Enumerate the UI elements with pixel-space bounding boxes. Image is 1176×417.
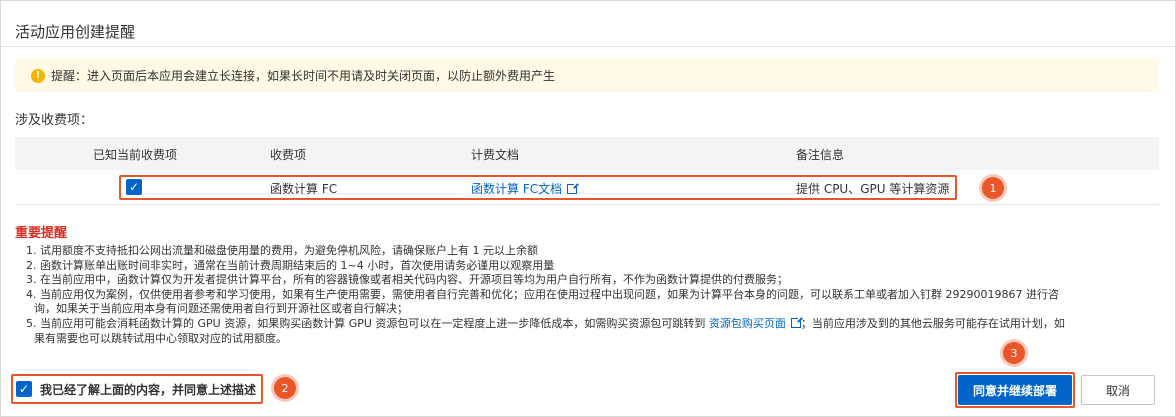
note-text: ；当前应用涉及到的其他云服务可能存在试用计划，如 [800,316,1065,330]
step-marker-3: 3 [1003,342,1025,364]
cancel-button[interactable]: 取消 [1081,375,1155,405]
table-header: 已知当前收费项 收费项 计费文档 备注信息 [15,137,1159,170]
note-item: 5. 当前应用可能会消耗函数计算的 GPU 资源，如果购买函数计算 GPU 资源… [26,315,1166,332]
note-item: 4. 当前应用仅为案例，仅供使用者参考和学习使用，如果有生产使用需要，需使用者自… [26,287,1059,301]
important-title: 重要提醒 [15,226,68,241]
notice-text: 提醒：进入页面后本应用会建立长连接，如果长时间不用请及时关闭页面，以防止额外费用… [51,69,556,83]
column-header-note: 备注信息 [796,148,845,162]
header-divider [1,46,1175,47]
note-item: 询，如果关于当前应用本身有问题还需使用者自行到开源社区或者自行解决； [34,302,408,316]
step-marker-2: 2 [274,377,296,399]
warning-icon: ! [31,68,45,83]
note-text: 5. 当前应用可能会消耗函数计算的 GPU 资源，如果购买函数计算 GPU 资源… [26,316,706,330]
column-header-doc: 计费文档 [471,148,520,162]
note-item: 2. 函数计算账单出账时间非实时，通常在当前计费周期结束后的 1~4 小时，首次… [26,258,555,272]
create-reminder-dialog: 活动应用创建提醒 ! 提醒：进入页面后本应用会建立长连接，如果长时间不用请及时关… [0,0,1176,417]
notice-banner: ! 提醒：进入页面后本应用会建立长连接，如果长时间不用请及时关闭页面，以防止额外… [15,59,1159,92]
highlight-box-row [119,175,957,200]
highlight-box-agree [11,374,263,404]
important-notes: 1. 试用额度不支持抵扣公网出流量和磁盘使用量的费用，为避免停机风险，请确保账户… [26,244,1166,346]
external-link-icon [790,315,803,328]
column-header-known: 已知当前收费项 [93,148,178,162]
column-header-item: 收费项 [270,148,307,162]
billing-section-label: 涉及收费项： [15,113,94,128]
note-item: 果有需要也可以跳转试用中心领取对应的试用额度。 [34,331,287,345]
dialog-title: 活动应用创建提醒 [15,23,136,41]
resource-pack-link[interactable]: 资源包购买页面 [708,315,803,330]
highlight-box-confirm [955,372,1075,408]
note-item: 1. 试用额度不支持抵扣公网出流量和磁盘使用量的费用，为避免停机风险，请确保账户… [26,244,538,257]
resource-pack-link-text: 资源包购买页面 [708,316,786,330]
step-marker-1: 1 [982,177,1004,199]
note-item: 3. 在当前应用中，函数计算仅为开发者提供计算平台，所有的容器镜像或者相关代码内… [26,273,788,287]
